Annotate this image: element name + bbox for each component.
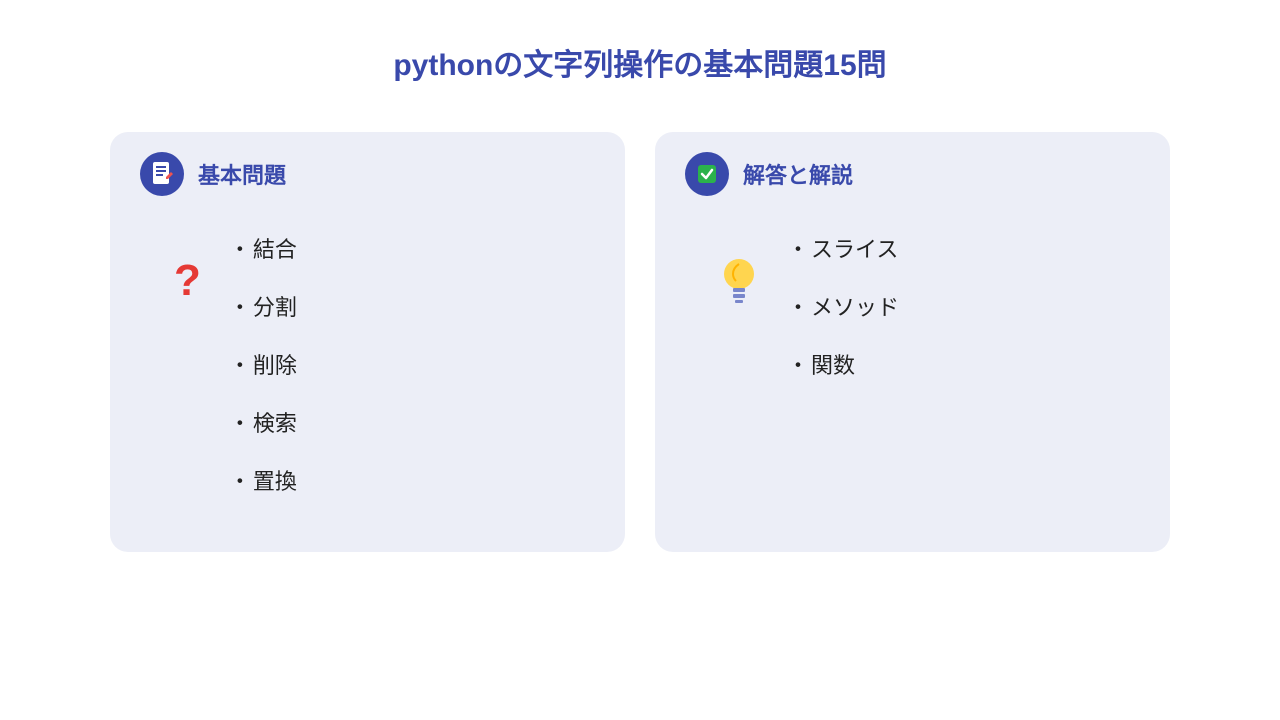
card-body: スライス メソッド 関数 xyxy=(685,232,1140,406)
page-title: pythonの文字列操作の基本問題15問 xyxy=(110,40,1170,84)
item-list: スライス メソッド 関数 xyxy=(787,232,899,406)
check-icon xyxy=(685,152,729,196)
list-item: 結合 xyxy=(229,232,297,264)
list-item: 検索 xyxy=(229,406,297,438)
card-answers: 解答と解説 スライス メソッド 関数 xyxy=(655,132,1170,552)
cards-row: 基本問題 ? 結合 分割 削除 検索 置換 解答と解説 xyxy=(110,132,1170,552)
card-basic-problems: 基本問題 ? 結合 分割 削除 検索 置換 xyxy=(110,132,625,552)
memo-icon xyxy=(140,152,184,196)
card-header: 解答と解説 xyxy=(685,152,1140,196)
list-item: 削除 xyxy=(229,348,297,380)
lightbulb-icon xyxy=(719,256,759,313)
list-item: メソッド xyxy=(787,290,899,322)
card-title: 基本問題 xyxy=(198,158,286,190)
list-item: 関数 xyxy=(787,348,899,380)
card-body: ? 結合 分割 削除 検索 置換 xyxy=(140,232,595,522)
card-header: 基本問題 xyxy=(140,152,595,196)
item-list: 結合 分割 削除 検索 置換 xyxy=(229,232,297,522)
list-item: スライス xyxy=(787,232,899,264)
card-title: 解答と解説 xyxy=(743,158,853,190)
question-mark-icon: ? xyxy=(174,256,201,306)
list-item: 置換 xyxy=(229,464,297,496)
list-item: 分割 xyxy=(229,290,297,322)
